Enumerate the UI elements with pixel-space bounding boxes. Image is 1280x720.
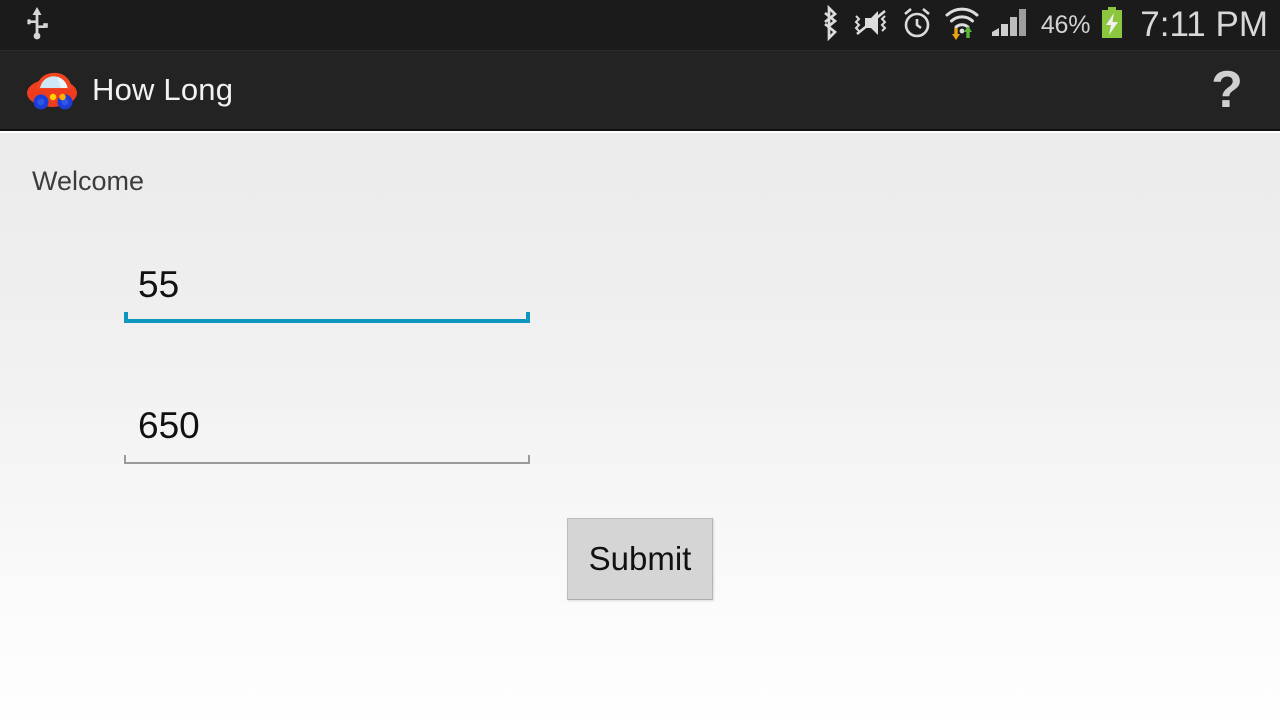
submit-button[interactable]: Submit [567, 518, 713, 600]
status-bar-right-icons: 46% 7:11 PM [818, 4, 1270, 47]
underline-tick-right [526, 312, 530, 323]
question-mark-icon: ? [1211, 61, 1243, 119]
help-button[interactable]: ? [1200, 60, 1254, 120]
status-bar-clock: 7:11 PM [1140, 5, 1268, 44]
alarm-clock-icon [900, 6, 934, 45]
underline-tick-right [528, 455, 530, 464]
input-time-underline [124, 454, 530, 464]
action-bar: How Long ? [0, 50, 1280, 131]
status-bar: 46% 7:11 PM [0, 0, 1280, 50]
wifi-icon [943, 4, 981, 47]
cellular-signal-icon [990, 6, 1030, 45]
battery-percentage-label: 46% [1040, 10, 1091, 39]
usb-icon [22, 6, 52, 45]
android-app-screen: 46% 7:11 PM How Long ? Welcome 55 650 Su… [0, 0, 1280, 720]
bluetooth-icon [818, 4, 842, 46]
car-app-icon [24, 62, 80, 118]
underline-bar [124, 462, 530, 464]
app-title: How Long [92, 72, 234, 107]
main-content: Welcome 55 650 Submit [0, 133, 1280, 720]
input-distance-underline [124, 312, 530, 323]
input-distance-value[interactable]: 55 [124, 261, 530, 309]
battery-charging-icon [1099, 6, 1125, 45]
input-time[interactable]: 650 [124, 402, 530, 464]
volume-mute-vibrate-icon [851, 6, 891, 45]
input-time-value[interactable]: 650 [124, 402, 530, 450]
status-bar-left-icons [22, 6, 52, 45]
underline-bar [124, 319, 530, 323]
input-distance[interactable]: 55 [124, 261, 530, 323]
welcome-label: Welcome [32, 166, 145, 196]
